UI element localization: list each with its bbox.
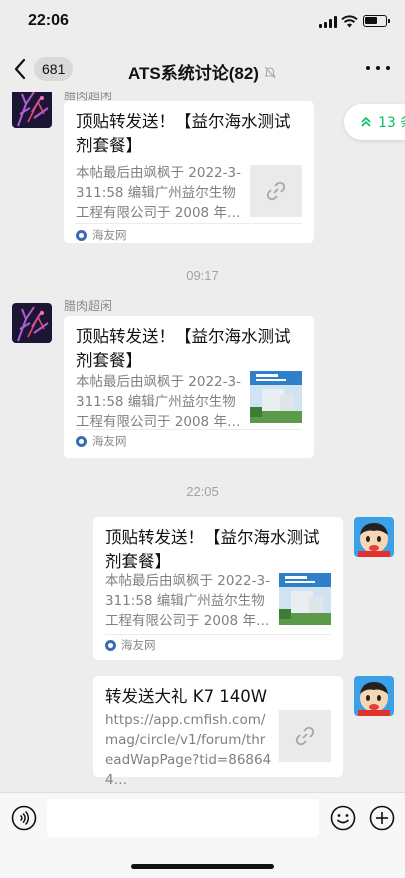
avatar[interactable] — [354, 676, 394, 716]
card-divider — [105, 634, 331, 635]
mute-bell-icon — [264, 66, 276, 78]
avatar[interactable] — [354, 517, 394, 557]
sender-name: 腊肉超闲 — [64, 299, 113, 313]
building-photo-icon — [279, 573, 331, 625]
building-photo-icon — [250, 371, 302, 423]
chat-title: ATS系统讨论(82) — [128, 64, 259, 83]
message-list[interactable]: 腊肉超闲 顶贴转发送！【益尔海水测试剂套餐】 本帖最后由飒枫于 2022-3-3… — [0, 92, 405, 792]
plus-icon[interactable] — [369, 805, 395, 831]
wifi-icon — [341, 15, 358, 28]
card-description: 本帖最后由飒枫于 2022-3-311:58 编辑广州益尔生物工程有限公司于 2… — [76, 165, 241, 221]
card-source: 海友网 — [76, 433, 127, 449]
card-description: 本帖最后由飒枫于 2022-3-311:58 编辑广州益尔生物工程有限公司于 2… — [105, 573, 270, 629]
link-icon — [266, 181, 286, 201]
forum-logo-icon — [76, 229, 87, 241]
back-button[interactable]: 681 — [10, 56, 74, 82]
voice-input-icon[interactable] — [11, 805, 37, 831]
card-description: https://app.cmfish.com/mag/circle/v1/for… — [105, 712, 272, 788]
avatar[interactable] — [12, 92, 52, 128]
home-indicator[interactable] — [131, 864, 274, 869]
card-title: 顶贴转发送！【益尔海水测试剂套餐】 — [76, 112, 291, 155]
link-card[interactable]: 顶贴转发送！【益尔海水测试剂套餐】 本帖最后由飒枫于 2022-3-311:58… — [64, 316, 314, 458]
source-name: 海友网 — [92, 434, 127, 448]
avatar[interactable] — [12, 303, 52, 343]
battery-icon — [363, 15, 390, 27]
card-description: 本帖最后由飒枫于 2022-3-311:58 编辑广州益尔生物工程有限公司于 2… — [76, 374, 241, 430]
timestamp: 22:05 — [186, 484, 219, 499]
coral-avatar-icon — [12, 303, 52, 343]
source-name: 海友网 — [121, 638, 156, 652]
card-thumbnail — [250, 165, 302, 217]
timestamp: 09:17 — [186, 268, 219, 283]
unread-count-badge: 681 — [34, 57, 74, 81]
forum-logo-icon — [105, 639, 116, 651]
chevron-left-icon — [14, 58, 26, 80]
forum-logo-icon — [76, 435, 87, 447]
link-card[interactable]: 顶贴转发送！【益尔海水测试剂套餐】 本帖最后由飒枫于 2022-3-311:58… — [64, 101, 314, 243]
source-name: 海友网 — [92, 228, 127, 242]
status-time: 22:06 — [28, 12, 69, 29]
card-title: 顶贴转发送！【益尔海水测试剂套餐】 — [105, 528, 320, 571]
card-thumbnail — [250, 371, 302, 423]
card-title: 转发送大礼 K7 140W — [105, 687, 268, 706]
input-bar — [0, 792, 405, 878]
message-input[interactable] — [47, 799, 319, 837]
double-chevron-up-icon — [361, 116, 371, 127]
link-icon — [295, 726, 315, 746]
status-bar: 22:06 — [0, 0, 405, 46]
card-source: 海友网 — [105, 637, 156, 653]
new-messages-count: 13 条 — [378, 115, 405, 131]
cartoon-avatar-icon — [354, 517, 394, 557]
coral-avatar-icon — [12, 92, 52, 128]
chat-header: 681 ATS系统讨论(82) — [0, 46, 405, 92]
link-card[interactable]: 顶贴转发送！【益尔海水测试剂套餐】 本帖最后由飒枫于 2022-3-311:58… — [93, 517, 343, 660]
more-options-button[interactable] — [366, 66, 390, 74]
card-divider — [76, 223, 302, 224]
dot-icon — [376, 66, 380, 70]
card-thumbnail — [279, 710, 331, 762]
dot-icon — [386, 66, 390, 70]
dot-icon — [366, 66, 370, 70]
link-card[interactable]: 转发送大礼 K7 140W https://app.cmfish.com/mag… — [93, 676, 343, 788]
card-source: 海友网 — [76, 227, 127, 243]
cellular-signal-icon — [319, 16, 337, 28]
card-divider — [76, 429, 302, 430]
emoji-icon[interactable] — [330, 805, 356, 831]
new-messages-button[interactable]: 13 条 — [344, 104, 405, 140]
card-thumbnail — [279, 573, 331, 625]
card-title: 顶贴转发送！【益尔海水测试剂套餐】 — [76, 327, 291, 370]
cartoon-avatar-icon — [354, 676, 394, 716]
